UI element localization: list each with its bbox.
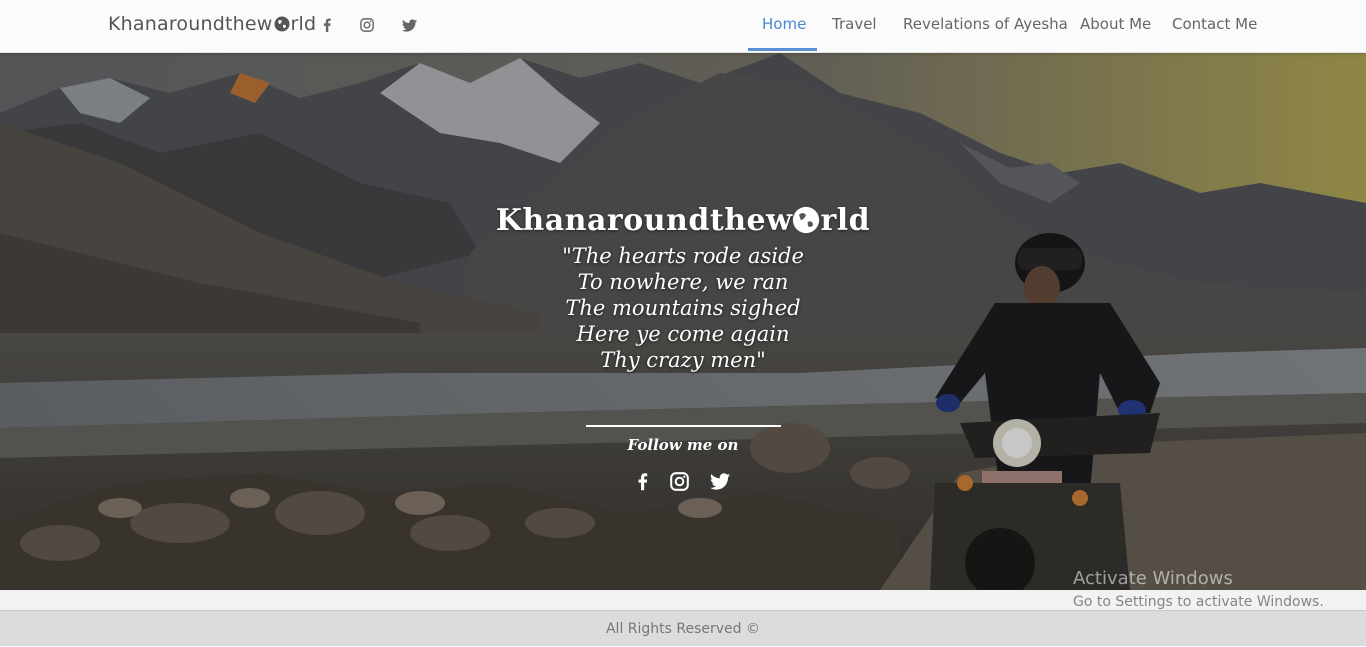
nav-link-revelations-of-ayesha[interactable]: Revelations of Ayesha xyxy=(903,0,1068,52)
poem-line: To nowhere, we ran xyxy=(577,270,789,294)
follow-label: Follow me on xyxy=(627,436,739,454)
instagram-icon[interactable] xyxy=(358,16,376,34)
hero-banner: Khanaroundthew rld "The hearts rode aside… xyxy=(0,53,1366,590)
nav-link-travel[interactable]: Travel xyxy=(832,0,877,52)
nav-link-about-me[interactable]: About Me xyxy=(1080,0,1151,52)
facebook-icon[interactable] xyxy=(631,470,653,492)
twitter-icon[interactable] xyxy=(400,16,418,34)
brand-text-suffix: rld xyxy=(290,13,317,35)
hero-title: Khanaroundthew rld xyxy=(0,203,1366,238)
poem-line: "The hearts rode aside xyxy=(562,244,804,268)
windows-activation-subtitle: Go to Settings to activate Windows. xyxy=(1073,594,1324,610)
globe-icon xyxy=(793,206,820,234)
poem-line: Thy crazy men" xyxy=(600,348,766,372)
footer-copyright: All Rights Reserved © xyxy=(605,621,761,637)
brand-text: Khanaroundthew xyxy=(108,13,273,35)
brand-logo[interactable]: Khanaroundthew rld xyxy=(108,13,316,35)
windows-activation-title: Activate Windows xyxy=(1073,568,1233,589)
globe-icon xyxy=(274,16,290,32)
hero-title-text: Khanaroundthew xyxy=(495,203,793,238)
twitter-icon[interactable] xyxy=(709,470,731,492)
active-nav-indicator xyxy=(748,48,817,51)
footer: All Rights Reserved © xyxy=(0,610,1366,646)
poem-line: The mountains sighed xyxy=(565,296,801,320)
poem-line: Here ye come again xyxy=(576,322,790,346)
nav-link-home[interactable]: Home xyxy=(762,0,806,52)
nav-link-contact-me[interactable]: Contact Me xyxy=(1172,0,1257,52)
hero-divider xyxy=(586,425,781,427)
facebook-icon[interactable] xyxy=(318,16,336,34)
instagram-icon[interactable] xyxy=(668,470,690,492)
hero-poem: "The hearts rode aside To nowhere, we ra… xyxy=(0,243,1366,373)
top-navbar: Khanaroundthew rld Home Travel Revelatio… xyxy=(0,0,1366,53)
hero-title-suffix: rld xyxy=(820,203,871,238)
